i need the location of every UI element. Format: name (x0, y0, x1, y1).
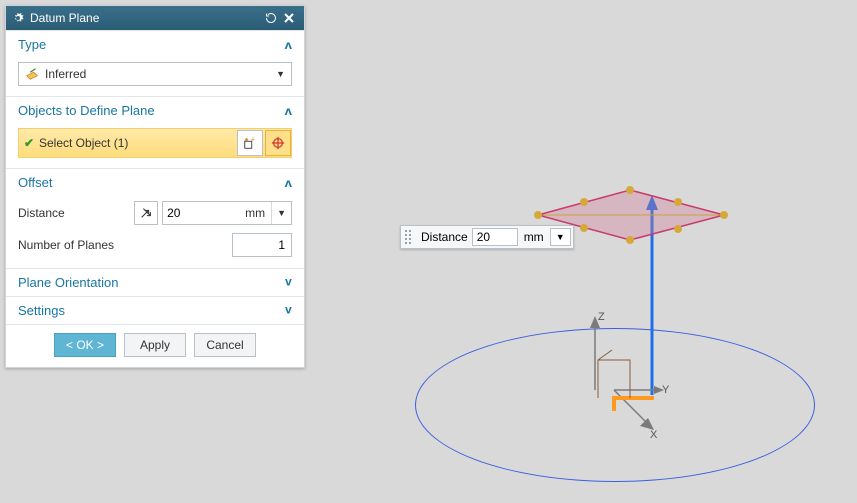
overlay-distance-unit: mm (518, 230, 550, 244)
flip-direction-button[interactable] (134, 201, 158, 225)
overlay-distance-label: Distance (421, 230, 468, 244)
overlay-distance-input[interactable] (472, 228, 518, 246)
dialog-footer: < OK > Apply Cancel (6, 324, 304, 367)
section-offset: Offset ʌ Distance mm ▼ Number of (6, 168, 304, 268)
section-objects-header[interactable]: Objects to Define Plane ʌ (6, 97, 304, 124)
select-object-label: Select Object (1) (39, 136, 235, 150)
check-icon: ✔ (19, 136, 39, 150)
section-offset-header[interactable]: Offset ʌ (6, 169, 304, 196)
section-orientation: Plane Orientation ʌ (6, 268, 304, 296)
chevron-up-icon: ʌ (285, 104, 292, 118)
section-settings: Settings ʌ (6, 296, 304, 324)
section-objects-label: Objects to Define Plane (18, 103, 155, 118)
ok-button[interactable]: < OK > (54, 333, 116, 357)
section-orientation-label: Plane Orientation (18, 275, 118, 290)
plane-icon (25, 67, 41, 81)
chevron-down-icon: ʌ (285, 276, 292, 290)
pick-target-button[interactable] (265, 130, 291, 156)
cancel-button[interactable]: Cancel (194, 333, 256, 357)
chevron-up-icon: ʌ (285, 176, 292, 190)
sketch-circle (415, 328, 815, 482)
section-offset-label: Offset (18, 175, 52, 190)
section-objects: Objects to Define Plane ʌ ✔ Select Objec… (6, 96, 304, 168)
section-settings-header[interactable]: Settings ʌ (6, 297, 304, 324)
apply-button[interactable]: Apply (124, 333, 186, 357)
reset-button[interactable] (262, 9, 280, 27)
distance-input[interactable] (163, 202, 241, 224)
count-label: Number of Planes (18, 238, 232, 252)
distance-input-group: mm ▼ (162, 201, 292, 225)
close-button[interactable] (280, 9, 298, 27)
type-dropdown[interactable]: Inferred ▼ (18, 62, 292, 86)
distance-unit-dropdown[interactable]: ▼ (271, 202, 291, 224)
dialog-titlebar[interactable]: Datum Plane (6, 6, 304, 30)
distance-label: Distance (18, 206, 134, 220)
grip-icon[interactable] (405, 230, 415, 244)
section-type: Type ʌ Inferred ▼ (6, 30, 304, 96)
gear-icon (12, 12, 24, 24)
count-input[interactable] (232, 233, 292, 257)
svg-text:Z: Z (598, 311, 605, 323)
datum-plane-dialog: Datum Plane Type ʌ (5, 5, 305, 368)
chevron-up-icon: ʌ (285, 38, 292, 52)
select-object-row[interactable]: ✔ Select Object (1) + (18, 128, 292, 158)
type-value: Inferred (45, 67, 274, 81)
chevron-down-icon: ʌ (285, 304, 292, 318)
dialog-title: Datum Plane (30, 11, 262, 25)
section-type-header[interactable]: Type ʌ (6, 31, 304, 58)
distance-overlay[interactable]: Distance mm ▼ (400, 225, 574, 249)
add-object-button[interactable]: + (237, 130, 263, 156)
svg-text:+: + (251, 136, 255, 143)
section-settings-label: Settings (18, 303, 65, 318)
overlay-unit-dropdown[interactable]: ▼ (550, 228, 571, 246)
section-orientation-header[interactable]: Plane Orientation ʌ (6, 269, 304, 296)
section-type-label: Type (18, 37, 46, 52)
chevron-down-icon: ▼ (274, 69, 287, 79)
distance-unit: mm (241, 206, 271, 220)
